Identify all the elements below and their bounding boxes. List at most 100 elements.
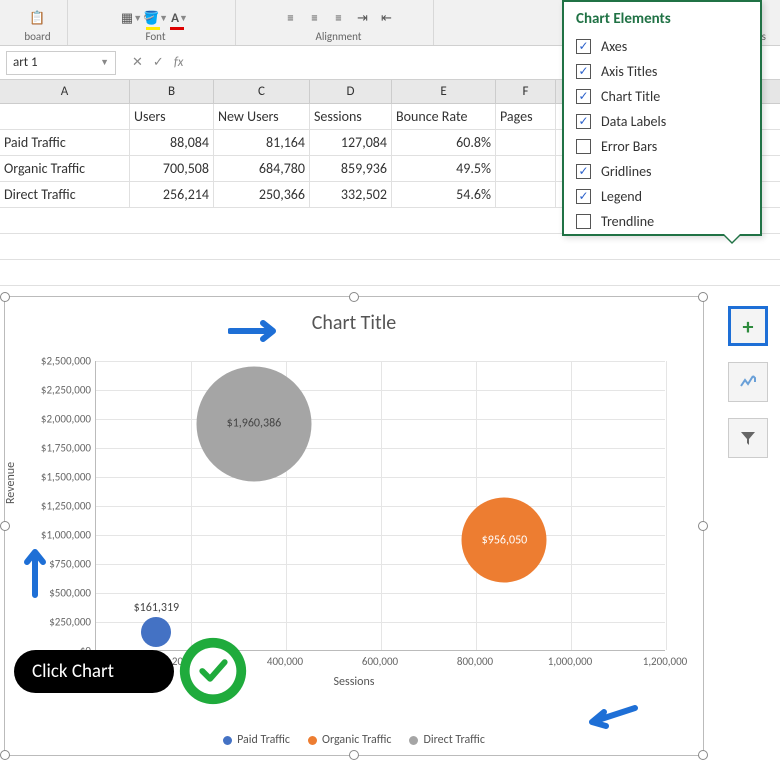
cell[interactable]: Users bbox=[130, 104, 214, 129]
cell[interactable]: Pages bbox=[496, 104, 556, 129]
y-axis-title[interactable]: Revenue bbox=[4, 462, 18, 504]
checkbox-icon[interactable]: ✓ bbox=[576, 164, 591, 179]
annotation-arrow bbox=[228, 316, 288, 346]
cell[interactable] bbox=[496, 130, 556, 155]
cell[interactable]: 859,936 bbox=[310, 156, 392, 181]
cell[interactable]: 49.5% bbox=[392, 156, 496, 181]
checkbox-icon[interactable]: ✓ bbox=[576, 89, 591, 104]
enter-icon[interactable]: ✓ bbox=[153, 55, 164, 70]
chart-side-buttons: + bbox=[728, 306, 768, 458]
checkmark-badge-icon bbox=[174, 632, 252, 710]
cell[interactable]: 700,508 bbox=[130, 156, 214, 181]
annotation-arrow bbox=[20, 540, 50, 600]
col-header[interactable]: F bbox=[496, 80, 556, 103]
cell[interactable]: 250,366 bbox=[214, 182, 310, 207]
chart-elements-button[interactable]: + bbox=[728, 306, 768, 346]
cell[interactable]: Organic Traffic bbox=[0, 156, 130, 181]
col-header[interactable]: A bbox=[0, 80, 130, 103]
cell[interactable]: New Users bbox=[214, 104, 310, 129]
chart-filters-button[interactable] bbox=[728, 418, 768, 458]
col-header[interactable]: E bbox=[392, 80, 496, 103]
y-tick: $1,500,000 bbox=[25, 471, 91, 484]
resize-handle[interactable] bbox=[0, 750, 10, 760]
cell[interactable]: 88,084 bbox=[130, 130, 214, 155]
popup-item-data-labels[interactable]: ✓ Data Labels bbox=[564, 109, 760, 134]
popup-item-gridlines[interactable]: ✓ Gridlines bbox=[564, 159, 760, 184]
checkbox-icon[interactable]: ✓ bbox=[576, 39, 591, 54]
cell[interactable]: 54.6% bbox=[392, 182, 496, 207]
col-header[interactable]: C bbox=[214, 80, 310, 103]
cell[interactable] bbox=[0, 104, 130, 129]
align-left-icon[interactable]: ≡ bbox=[281, 8, 301, 28]
resize-handle[interactable] bbox=[698, 292, 708, 302]
indent-icon[interactable]: ⇥ bbox=[353, 8, 373, 28]
checkbox-icon[interactable]: ✓ bbox=[576, 189, 591, 204]
popup-item-axes[interactable]: ✓Axes bbox=[564, 34, 760, 59]
bubble-direct-traffic[interactable]: $1,960,386 bbox=[196, 366, 311, 481]
legend-item[interactable]: Organic Traffic bbox=[308, 733, 391, 747]
checkbox-icon[interactable] bbox=[576, 214, 591, 229]
col-header[interactable]: B bbox=[130, 80, 214, 103]
x-tick: 800,000 bbox=[457, 655, 493, 668]
y-tick: $2,250,000 bbox=[25, 384, 91, 397]
cancel-icon[interactable]: ✕ bbox=[132, 55, 143, 70]
align-center-icon[interactable]: ≡ bbox=[305, 8, 325, 28]
popup-item-trendline[interactable]: Trendline bbox=[564, 209, 760, 234]
resize-handle[interactable] bbox=[698, 521, 708, 531]
chart-legend[interactable]: Paid Traffic Organic Traffic Direct Traffi… bbox=[5, 733, 703, 747]
cell[interactable]: 81,164 bbox=[214, 130, 310, 155]
popup-item-legend[interactable]: ✓ Legend bbox=[564, 184, 760, 209]
bubble-organic-traffic[interactable]: $956,050 bbox=[462, 498, 547, 583]
popup-item-label: Legend bbox=[601, 188, 642, 205]
resize-handle[interactable] bbox=[698, 750, 708, 760]
resize-handle[interactable] bbox=[349, 750, 359, 760]
name-box[interactable]: art 1 ▼ bbox=[6, 51, 116, 75]
y-tick: $2,500,000 bbox=[25, 355, 91, 368]
align-right-icon[interactable]: ≡ bbox=[329, 8, 349, 28]
font-color-icon[interactable]: A▼ bbox=[170, 8, 190, 28]
resize-handle[interactable] bbox=[0, 521, 10, 531]
cell[interactable]: Paid Traffic bbox=[0, 130, 130, 155]
outdent-icon[interactable]: ⇤ bbox=[377, 8, 397, 28]
chart-title[interactable]: Chart Title bbox=[5, 297, 703, 341]
popup-item-label: Data Labels bbox=[601, 113, 666, 130]
cell[interactable]: 60.8% bbox=[392, 130, 496, 155]
popup-item-label: Error Bars bbox=[601, 138, 657, 155]
clipboard-icon[interactable]: 📋 bbox=[28, 8, 48, 28]
legend-label: Direct Traffic bbox=[423, 733, 484, 747]
cell[interactable] bbox=[496, 156, 556, 181]
checkbox-icon[interactable]: ✓ bbox=[576, 114, 591, 129]
chart-styles-button[interactable] bbox=[728, 362, 768, 402]
cell[interactable]: Bounce Rate bbox=[392, 104, 496, 129]
popup-item-chart-title[interactable]: ✓Chart Title bbox=[564, 84, 760, 109]
cell[interactable]: 256,214 bbox=[130, 182, 214, 207]
cell[interactable]: 684,780 bbox=[214, 156, 310, 181]
resize-handle[interactable] bbox=[349, 292, 359, 302]
y-tick: $1,750,000 bbox=[25, 442, 91, 455]
resize-handle[interactable] bbox=[0, 292, 10, 302]
col-header[interactable]: D bbox=[310, 80, 392, 103]
popup-item-axis-titles[interactable]: ✓Axis Titles bbox=[564, 59, 760, 84]
checkbox-icon[interactable]: ✓ bbox=[576, 64, 591, 79]
cell[interactable]: 127,084 bbox=[310, 130, 392, 155]
legend-item[interactable]: Paid Traffic bbox=[223, 733, 290, 747]
plot-area[interactable]: $161,319 $956,050 $1,960,386 bbox=[95, 361, 665, 651]
data-label: $161,319 bbox=[134, 601, 180, 615]
bubble-paid-traffic[interactable]: $161,319 bbox=[141, 617, 171, 647]
legend-label: Organic Traffic bbox=[322, 733, 391, 747]
cell[interactable]: 332,502 bbox=[310, 182, 392, 207]
cell[interactable] bbox=[496, 182, 556, 207]
legend-item[interactable]: Direct Traffic bbox=[409, 733, 484, 747]
fx-icon[interactable]: fx bbox=[174, 55, 184, 70]
fill-color-icon[interactable]: 🪣▼ bbox=[146, 8, 166, 28]
ribbon-group-font: ▦▼ 🪣▼ A▼ Font bbox=[76, 0, 236, 45]
cell[interactable]: Sessions bbox=[310, 104, 392, 129]
checkbox-icon[interactable] bbox=[576, 139, 591, 154]
border-icon[interactable]: ▦▼ bbox=[122, 8, 142, 28]
popup-item-error-bars[interactable]: Error Bars bbox=[564, 134, 760, 159]
popup-item-label: Gridlines bbox=[601, 163, 652, 180]
cell[interactable]: Direct Traffic bbox=[0, 182, 130, 207]
ribbon-label: Alignment bbox=[316, 30, 362, 43]
dropdown-icon[interactable]: ▼ bbox=[100, 57, 109, 68]
annotation-arrow bbox=[580, 700, 640, 730]
